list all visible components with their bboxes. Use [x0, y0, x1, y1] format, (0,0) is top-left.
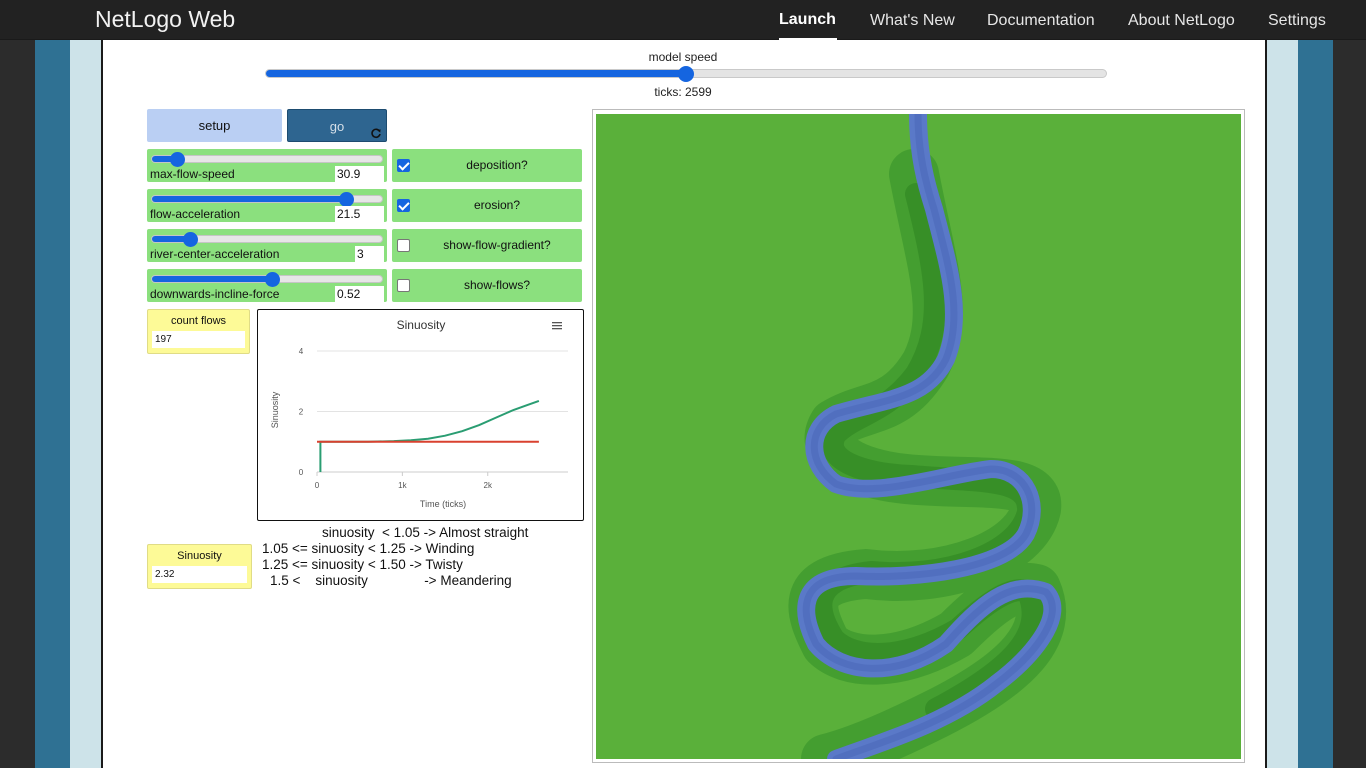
plot-y-axis-label: Sinuosity — [270, 391, 280, 428]
river-map — [788, 114, 1066, 759]
slider-track[interactable] — [151, 155, 383, 163]
note-line-4: 1.5 < sinuosity -> Meandering — [270, 573, 512, 588]
nav-whats-new[interactable]: What's New — [870, 12, 955, 30]
switch-label: show-flows? — [463, 278, 531, 292]
monitor-value: 197 — [152, 331, 245, 348]
slider-fill — [152, 196, 346, 202]
left-light-band — [70, 40, 101, 768]
plot-canvas: Sinuosity Sinuosity Time (ticks) 0 2 4 0 1k 2… — [270, 318, 568, 509]
nav-launch[interactable]: Launch — [779, 11, 836, 29]
hamburger-icon[interactable] — [552, 322, 562, 330]
note-line-1: sinuosity < 1.05 -> Almost straight — [322, 525, 529, 540]
switch-show-flow-gradient[interactable]: show-flow-gradient? — [392, 229, 582, 262]
plot-x-tick-label: 1k — [398, 481, 407, 490]
slider-thumb[interactable] — [338, 192, 354, 207]
slider-downwards-incline-force[interactable]: downwards-incline-force 0.52 — [147, 269, 387, 302]
slider-flow-acceleration[interactable]: flow-acceleration 21.5 — [147, 189, 387, 222]
monitor-label: count flows — [170, 315, 227, 327]
slider-value[interactable]: 0.52 — [335, 286, 384, 302]
slider-max-flow-speed[interactable]: max-flow-speed 30.9 — [147, 149, 387, 182]
switch-checkbox[interactable] — [397, 279, 410, 292]
plot-y-tick-label: 2 — [299, 408, 304, 417]
slider-river-center-acceleration[interactable]: river-center-acceleration 3 — [147, 229, 387, 262]
brand-title[interactable]: NetLogo Web — [95, 6, 235, 33]
slider-value[interactable]: 21.5 — [335, 206, 384, 222]
ticks-counter: ticks: 2599 — [654, 85, 712, 99]
switch-checkbox[interactable] — [397, 239, 410, 252]
navbar: NetLogo Web Launch What's New Documentat… — [0, 0, 1366, 40]
plot-x-tick-label: 2k — [484, 481, 493, 490]
go-button[interactable]: go — [287, 109, 387, 142]
slider-thumb[interactable] — [264, 272, 280, 287]
slider-thumb[interactable] — [169, 152, 185, 167]
plot-y-tick-label: 4 — [299, 347, 304, 356]
slider-label: flow-acceleration — [150, 207, 241, 221]
slider-value[interactable]: 30.9 — [335, 166, 384, 182]
setup-button[interactable]: setup — [147, 109, 282, 142]
monitor-label: Sinuosity — [177, 550, 222, 562]
monitor-count-flows: count flows 197 — [147, 309, 250, 354]
monitor-sinuosity: Sinuosity 2.32 — [147, 544, 252, 589]
world-view[interactable] — [596, 114, 1241, 759]
note-line-2: 1.05 <= sinuosity < 1.25 -> Winding — [262, 541, 475, 556]
slider-label: downwards-incline-force — [150, 287, 280, 301]
plot-x-tick-label: 0 — [315, 481, 320, 490]
switch-label: show-flow-gradient? — [443, 238, 551, 252]
model-speed-thumb[interactable] — [678, 66, 694, 82]
switch-deposition[interactable]: deposition? — [392, 149, 582, 182]
model-speed-label: model speed — [648, 50, 718, 64]
switch-checkbox[interactable] — [397, 199, 410, 212]
switch-checkbox[interactable] — [397, 159, 410, 172]
left-margin-band — [35, 40, 70, 768]
nav-settings[interactable]: Settings — [1268, 12, 1326, 30]
right-margin-band — [1298, 40, 1333, 768]
go-button-label: go — [329, 119, 345, 134]
slider-thumb[interactable] — [183, 232, 199, 247]
switch-label: deposition? — [466, 158, 528, 172]
monitor-value: 2.32 — [152, 566, 247, 583]
plot-x-axis-label: Time (ticks) — [420, 499, 466, 509]
switch-label: erosion? — [473, 198, 521, 212]
switch-erosion[interactable]: erosion? — [392, 189, 582, 222]
switch-show-flows[interactable]: show-flows? — [392, 269, 582, 302]
nav-about-netlogo[interactable]: About NetLogo — [1128, 12, 1235, 30]
slider-fill — [152, 276, 272, 282]
slider-label: max-flow-speed — [150, 167, 235, 181]
slider-value[interactable]: 3 — [355, 246, 384, 262]
forever-icon — [371, 128, 381, 138]
nav-documentation[interactable]: Documentation — [987, 12, 1095, 30]
plot-title: Sinuosity — [397, 318, 446, 332]
model-speed-fill — [266, 70, 686, 77]
right-light-band — [1267, 40, 1298, 768]
slider-label: river-center-acceleration — [150, 247, 280, 261]
sinuosity-plot: Sinuosity Sinuosity Time (ticks) 0 2 4 0 1k 2… — [257, 309, 584, 521]
plot-y-tick-label: 0 — [299, 468, 304, 477]
note-line-3: 1.25 <= sinuosity < 1.50 -> Twisty — [262, 557, 463, 572]
